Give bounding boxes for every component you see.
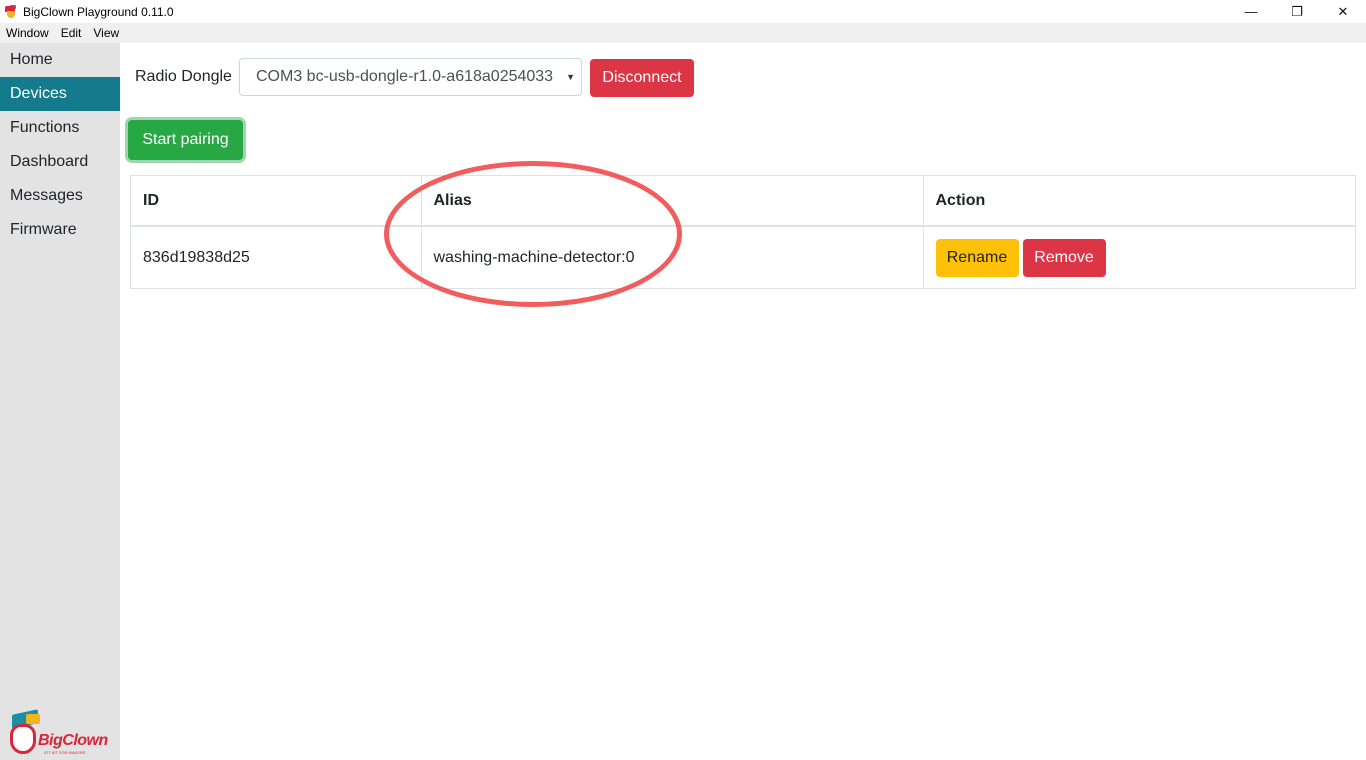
window-title: BigClown Playground 0.11.0 bbox=[23, 4, 174, 19]
sidebar-item-devices[interactable]: Devices bbox=[0, 77, 120, 111]
device-id-cell: 836d19838d25 bbox=[143, 248, 250, 266]
close-button[interactable]: ✕ bbox=[1320, 0, 1366, 23]
sidebar-item-home[interactable]: Home bbox=[0, 43, 120, 77]
column-header-id: ID bbox=[131, 176, 421, 227]
menu-edit[interactable]: Edit bbox=[61, 26, 82, 40]
table-row: 836d19838d25 washing-machine-detector:0 … bbox=[131, 226, 1355, 288]
dropdown-arrow-icon: ▼ bbox=[566, 72, 575, 82]
device-alias-cell: washing-machine-detector:0 bbox=[420, 226, 923, 288]
bigclown-logo: BigClown IOT KIT FOR MAKERS bbox=[8, 709, 112, 756]
sidebar-item-messages[interactable]: Messages bbox=[0, 179, 120, 213]
logo-text: BigClown bbox=[38, 732, 108, 749]
device-action-cell: Rename Remove bbox=[922, 226, 1355, 288]
sidebar-item-dashboard[interactable]: Dashboard bbox=[0, 145, 120, 179]
remove-button[interactable]: Remove bbox=[1022, 238, 1106, 277]
window-controls: — ❐ ✕ bbox=[1228, 0, 1366, 23]
menu-view[interactable]: View bbox=[93, 26, 119, 40]
rename-button[interactable]: Rename bbox=[935, 238, 1019, 277]
disconnect-button[interactable]: Disconnect bbox=[590, 59, 694, 97]
bigclown-app-icon bbox=[4, 4, 18, 19]
sidebar-item-firmware[interactable]: Firmware bbox=[0, 213, 120, 247]
menu-window[interactable]: Window bbox=[6, 26, 49, 40]
start-pairing-button[interactable]: Start pairing bbox=[128, 120, 243, 160]
restore-button[interactable]: ❐ bbox=[1274, 0, 1320, 23]
radio-dongle-selected-value: COM3 bc-usb-dongle-r1.0-a618a0254033 bbox=[256, 68, 554, 85]
sidebar-item-functions[interactable]: Functions bbox=[0, 111, 120, 145]
table-header-row: ID Alias Action bbox=[131, 176, 1355, 227]
logo-tagline: IOT KIT FOR MAKERS bbox=[44, 750, 86, 755]
radio-dongle-select[interactable]: COM3 bc-usb-dongle-r1.0-a618a0254033 ▼ bbox=[239, 58, 582, 96]
column-header-action: Action bbox=[922, 176, 1355, 227]
minimize-button[interactable]: — bbox=[1228, 0, 1274, 23]
column-header-alias: Alias bbox=[420, 176, 923, 227]
menu-bar: Window Edit View bbox=[0, 23, 1366, 43]
radio-dongle-label: Radio Dongle bbox=[135, 68, 232, 85]
clown-face-icon bbox=[10, 724, 36, 754]
title-bar: BigClown Playground 0.11.0 — ❐ ✕ bbox=[0, 0, 1366, 23]
devices-table: ID Alias Action 836d19838d25 washing-mac… bbox=[130, 175, 1356, 289]
main-content: Radio Dongle COM3 bc-usb-dongle-r1.0-a61… bbox=[120, 43, 1366, 760]
sidebar: Home Devices Functions Dashboard Message… bbox=[0, 43, 120, 760]
